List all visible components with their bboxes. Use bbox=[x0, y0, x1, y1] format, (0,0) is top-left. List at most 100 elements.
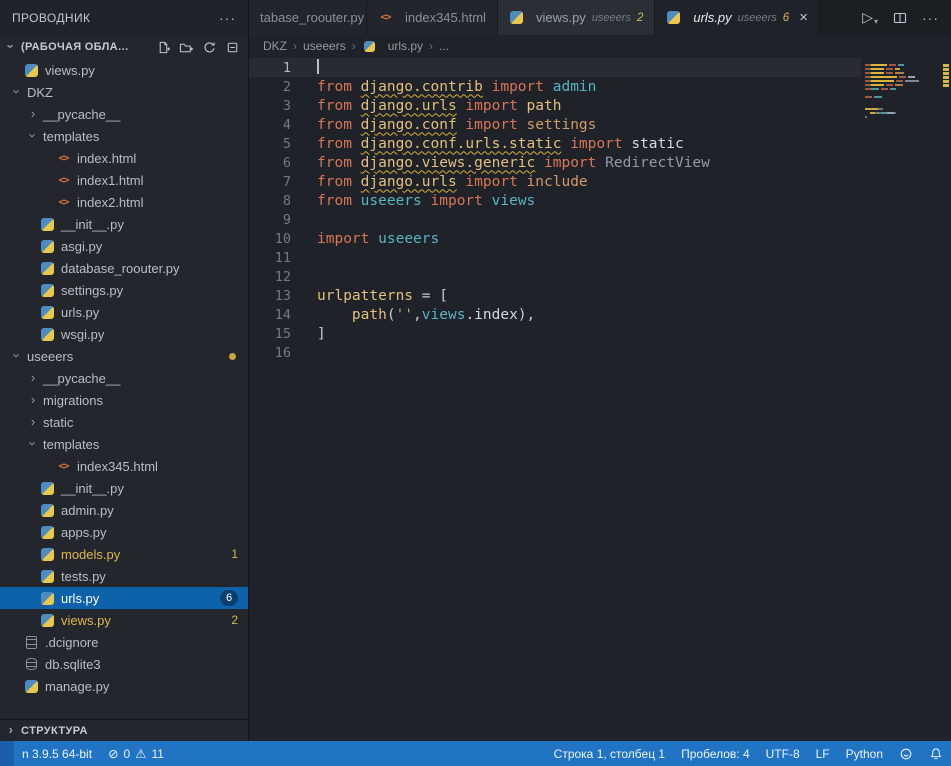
code-line-7[interactable]: 7from django.urls import include bbox=[249, 172, 861, 191]
line-number[interactable]: 15 bbox=[249, 326, 291, 342]
line-number[interactable]: 7 bbox=[249, 174, 291, 190]
python-icon bbox=[41, 262, 54, 275]
tree-item-static[interactable]: ›static bbox=[0, 411, 248, 433]
code-line-9[interactable]: 9 bbox=[249, 210, 861, 229]
code-line-2[interactable]: 2from django.contrib import admin bbox=[249, 77, 861, 96]
tab-views.py[interactable]: views.pyuseeers2 bbox=[498, 0, 655, 35]
tree-item-__init__.py[interactable]: __init__.py bbox=[0, 477, 248, 499]
tab-index345.html[interactable]: <>index345.html bbox=[367, 0, 498, 35]
refresh-icon[interactable] bbox=[202, 40, 217, 55]
line-number[interactable]: 1 bbox=[249, 60, 291, 76]
tab-tabase_roouter.py[interactable]: tabase_roouter.py bbox=[249, 0, 367, 35]
problems-badge: 6 bbox=[220, 590, 238, 606]
tab-urls.py[interactable]: urls.pyuseeers6× bbox=[655, 0, 820, 35]
new-file-icon[interactable] bbox=[156, 40, 171, 55]
run-dropdown-icon[interactable]: ▾ bbox=[874, 17, 878, 26]
tree-item-settings.py[interactable]: settings.py bbox=[0, 279, 248, 301]
tree-item-tests.py[interactable]: tests.py bbox=[0, 565, 248, 587]
tree-item-migrations[interactable]: ›migrations bbox=[0, 389, 248, 411]
code-line-3[interactable]: 3from django.urls import path bbox=[249, 96, 861, 115]
tree-item-db.sqlite3[interactable]: db.sqlite3 bbox=[0, 653, 248, 675]
tree-item-index1.html[interactable]: <>index1.html bbox=[0, 169, 248, 191]
python-version-item[interactable]: n 3.9.5 64-bit bbox=[14, 741, 100, 766]
breadcrumb-item-DKZ[interactable]: DKZ bbox=[263, 39, 287, 53]
editor-more-icon[interactable]: ··· bbox=[922, 10, 939, 26]
eol-item[interactable]: LF bbox=[808, 741, 838, 766]
line-number[interactable]: 2 bbox=[249, 79, 291, 95]
tree-item-apps.py[interactable]: apps.py bbox=[0, 521, 248, 543]
chevron-right-icon: › bbox=[26, 392, 40, 407]
code-line-12[interactable]: 12 bbox=[249, 267, 861, 286]
line-number[interactable]: 4 bbox=[249, 117, 291, 133]
cursor-position-item[interactable]: Строка 1, столбец 1 bbox=[546, 741, 673, 766]
line-number[interactable]: 14 bbox=[249, 307, 291, 323]
tree-item-templates[interactable]: ›templates bbox=[0, 433, 248, 455]
line-number[interactable]: 13 bbox=[249, 288, 291, 304]
tree-item-DKZ[interactable]: ›DKZ bbox=[0, 81, 248, 103]
code-line-10[interactable]: 10import useeers bbox=[249, 229, 861, 248]
tree-item-.dcignore[interactable]: .dcignore bbox=[0, 631, 248, 653]
breadcrumb-item-...[interactable]: ... bbox=[439, 39, 449, 53]
split-editor-button[interactable] bbox=[892, 10, 908, 26]
line-number[interactable]: 5 bbox=[249, 136, 291, 152]
tree-item-models.py[interactable]: models.py1 bbox=[0, 543, 248, 565]
chevron-right-icon: › bbox=[4, 722, 18, 737]
code-line-6[interactable]: 6from django.views.generic import Redire… bbox=[249, 153, 861, 172]
tree-item-urls.py[interactable]: urls.py bbox=[0, 301, 248, 323]
tree-item-wsgi.py[interactable]: wsgi.py bbox=[0, 323, 248, 345]
problems-item[interactable]: ⊘ 0 ⚠ 11 bbox=[100, 741, 172, 766]
breadcrumb-item-urls.py[interactable]: urls.py bbox=[362, 39, 423, 54]
tree-item-views.py[interactable]: views.py2 bbox=[0, 609, 248, 631]
run-button[interactable]: ▷▾ bbox=[862, 9, 878, 26]
close-tab-icon[interactable]: × bbox=[799, 9, 808, 26]
outline-section-header[interactable]: › СТРУКТУРА bbox=[0, 719, 248, 741]
tree-item-__pycache__[interactable]: ›__pycache__ bbox=[0, 367, 248, 389]
minimap[interactable] bbox=[865, 57, 939, 124]
code-line-16[interactable]: 16 bbox=[249, 343, 861, 362]
code-line-11[interactable]: 11 bbox=[249, 248, 861, 267]
warning-mark bbox=[943, 64, 949, 67]
code-line-4[interactable]: 4from django.conf import settings bbox=[249, 115, 861, 134]
tree-item-admin.py[interactable]: admin.py bbox=[0, 499, 248, 521]
tree-item-templates[interactable]: ›templates bbox=[0, 125, 248, 147]
line-number[interactable]: 10 bbox=[249, 231, 291, 247]
new-folder-icon[interactable] bbox=[179, 40, 194, 55]
line-number[interactable]: 3 bbox=[249, 98, 291, 114]
tree-item-index.html[interactable]: <>index.html bbox=[0, 147, 248, 169]
tree-item-__pycache__[interactable]: ›__pycache__ bbox=[0, 103, 248, 125]
collapse-all-icon[interactable] bbox=[225, 40, 240, 55]
encoding-item[interactable]: UTF-8 bbox=[758, 741, 808, 766]
code-line-13[interactable]: 13urlpatterns = [ bbox=[249, 286, 861, 305]
code-line-8[interactable]: 8from useeers import views bbox=[249, 191, 861, 210]
workspace-section-header[interactable]: › (РАБОЧАЯ ОБЛАСТЬ) ... bbox=[0, 35, 248, 59]
tree-item-useeers[interactable]: ›useeers bbox=[0, 345, 248, 367]
explorer-more-icon[interactable]: ··· bbox=[219, 10, 236, 26]
line-number[interactable]: 6 bbox=[249, 155, 291, 171]
remote-indicator[interactable] bbox=[0, 741, 14, 766]
tree-item-urls.py[interactable]: urls.py6 bbox=[0, 587, 248, 609]
code-line-1[interactable]: 1 bbox=[249, 58, 861, 77]
tree-item-manage.py[interactable]: manage.py bbox=[0, 675, 248, 697]
line-number[interactable]: 11 bbox=[249, 250, 291, 266]
line-number[interactable]: 16 bbox=[249, 345, 291, 361]
code-line-14[interactable]: 14 path('',views.index), bbox=[249, 305, 861, 324]
chevron-down-icon: › bbox=[26, 436, 41, 450]
line-number[interactable]: 9 bbox=[249, 212, 291, 228]
code-editor[interactable]: 12from django.contrib import admin3from … bbox=[249, 57, 951, 741]
tree-item-__init__.py[interactable]: __init__.py bbox=[0, 213, 248, 235]
indentation-item[interactable]: Пробелов: 4 bbox=[673, 741, 758, 766]
tree-item-views.py[interactable]: views.py bbox=[0, 59, 248, 81]
tree-item-asgi.py[interactable]: asgi.py bbox=[0, 235, 248, 257]
code-line-5[interactable]: 5from django.conf.urls.static import sta… bbox=[249, 134, 861, 153]
line-number[interactable]: 8 bbox=[249, 193, 291, 209]
tree-item-index2.html[interactable]: <>index2.html bbox=[0, 191, 248, 213]
code-line-15[interactable]: 15] bbox=[249, 324, 861, 343]
tree-item-database_roouter.py[interactable]: database_roouter.py bbox=[0, 257, 248, 279]
notifications-item[interactable] bbox=[921, 741, 951, 766]
line-number[interactable]: 12 bbox=[249, 269, 291, 285]
language-mode-item[interactable]: Python bbox=[838, 741, 891, 766]
breadcrumb-item-useeers[interactable]: useeers bbox=[303, 39, 346, 53]
problems-badge: 2 bbox=[231, 613, 238, 627]
feedback-item[interactable] bbox=[891, 741, 921, 766]
tree-item-index345.html[interactable]: <>index345.html bbox=[0, 455, 248, 477]
